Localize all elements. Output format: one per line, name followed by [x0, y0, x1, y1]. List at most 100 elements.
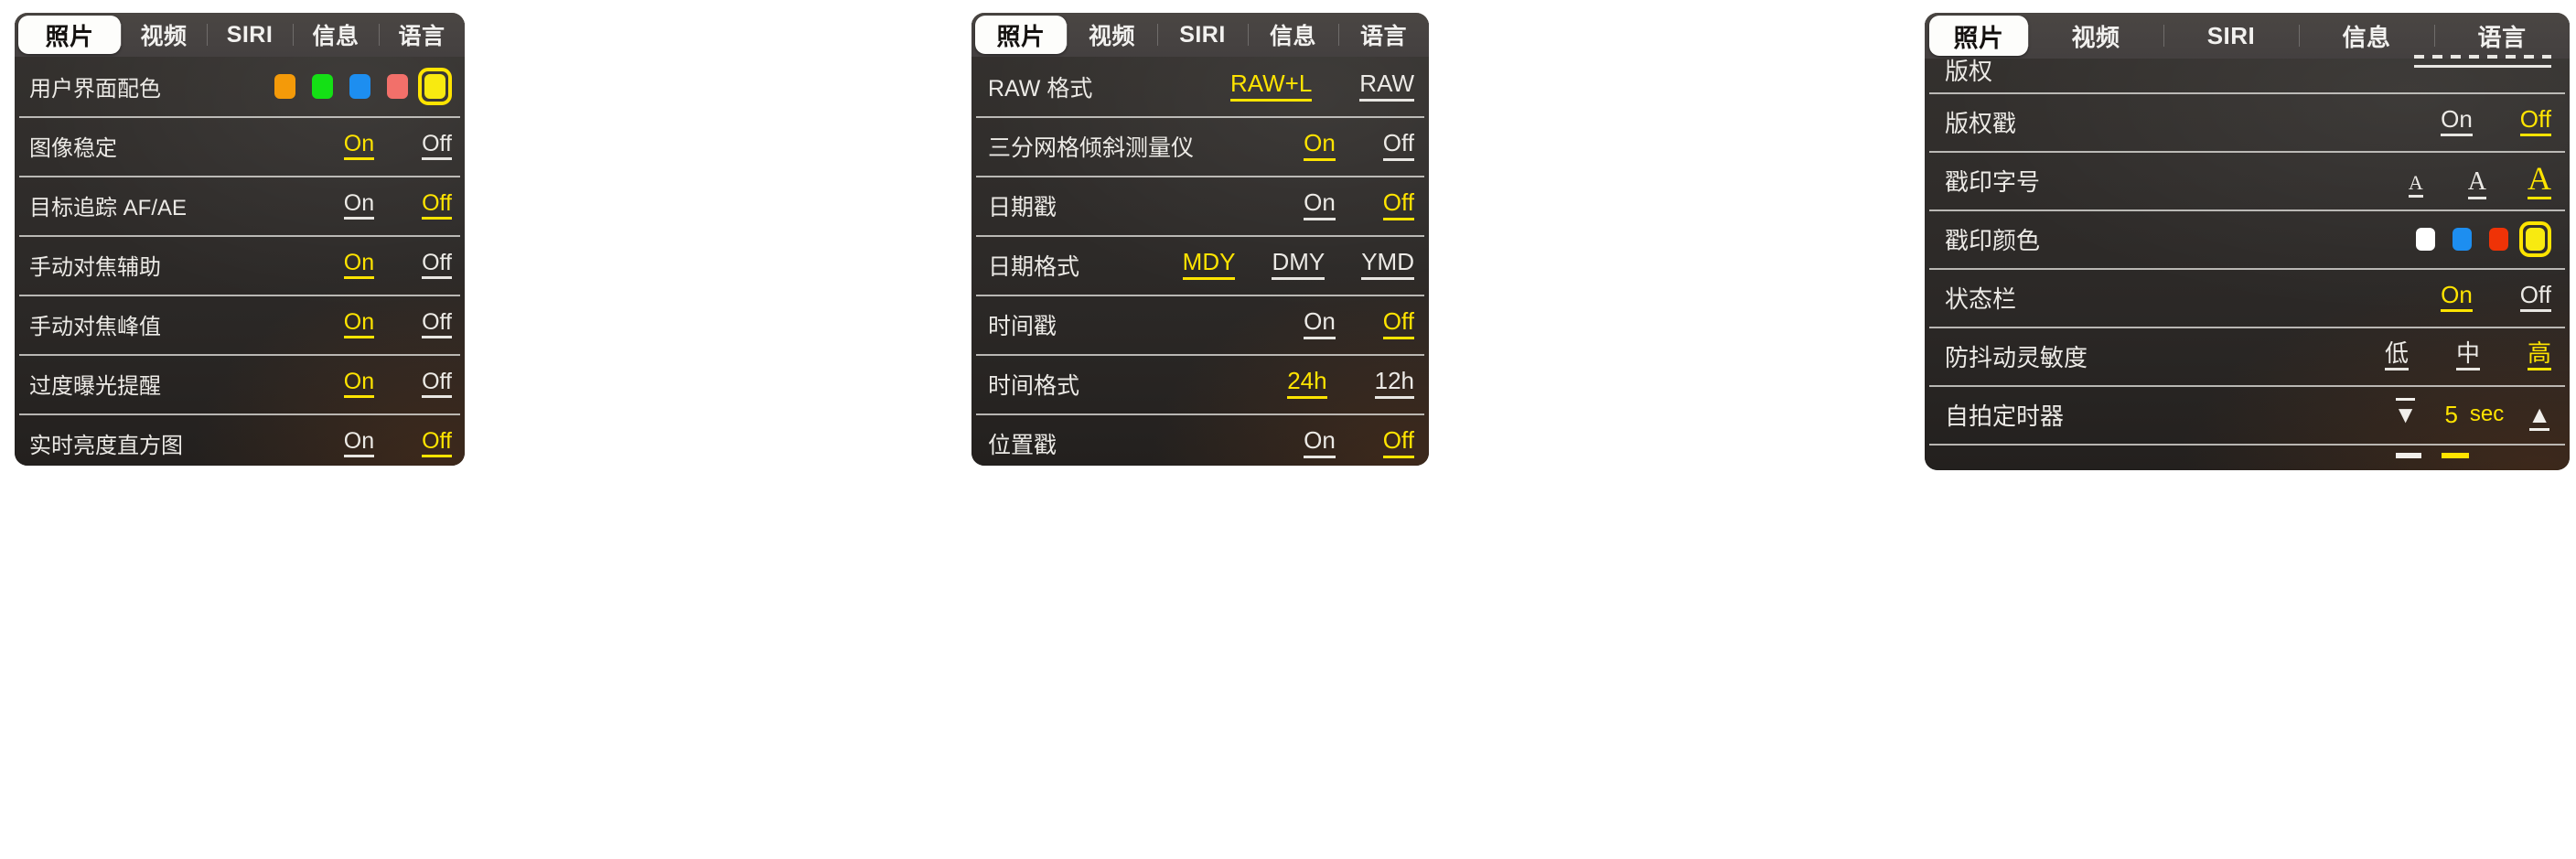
row-control: On Off — [343, 370, 452, 399]
option-off[interactable]: Off — [422, 429, 452, 458]
stamp-size-option-3[interactable]: A — [2528, 162, 2551, 199]
option-off[interactable]: Off — [1382, 131, 1414, 161]
option-off[interactable]: Off — [422, 310, 452, 339]
tab-siri[interactable]: SIRI — [207, 13, 293, 57]
option-mdy[interactable]: MDY — [1182, 250, 1236, 280]
settings-row-list: 版权 版权戳 On Off 戳印字号 A A A 戳印颜色 状态栏 On Off 防抖动灵敏度 低 中 高自拍… — [1925, 55, 2570, 460]
tab-label: SIRI — [226, 21, 274, 48]
option-on[interactable]: On — [1304, 190, 1336, 220]
tab-video[interactable]: 视频 — [2028, 13, 2163, 59]
tab-photo[interactable]: 照片 — [975, 16, 1067, 54]
row-control: ▼ 5 sec ▲ — [2394, 398, 2551, 431]
tab-bar[interactable]: 照片 视频 SIRI 信息 语言 — [1925, 13, 2570, 59]
settings-row: 自拍定时器 ▼ 5 sec ▲ — [1925, 385, 2570, 444]
tab-label: 信息 — [1269, 24, 1316, 49]
option-on[interactable]: On — [343, 132, 375, 161]
option-off[interactable]: Off — [422, 251, 452, 280]
color-swatch-yellow[interactable] — [2519, 220, 2551, 257]
swatch-fill — [424, 74, 445, 99]
row-label: 戳印颜色 — [1945, 226, 2041, 254]
settings-row: 图像稳定 On Off — [15, 116, 465, 176]
stepper-increment-icon[interactable]: ▲ — [2528, 403, 2551, 431]
row-control: On Off — [343, 132, 452, 161]
partial-row-control — [2396, 453, 2551, 460]
tab-siri[interactable]: SIRI — [2163, 13, 2299, 59]
swatch-fill — [2489, 227, 2508, 251]
option-on[interactable]: On — [2441, 106, 2473, 137]
option-高[interactable]: 高 — [2527, 340, 2551, 371]
tab-language[interactable]: 语言 — [379, 13, 465, 57]
panel-surface: 照片 视频 SIRI 信息 语言 RAW 格式 RAW+L RAW 三分网格倾斜测量仪 On Of… — [971, 13, 1429, 466]
color-swatch-red[interactable] — [2483, 221, 2515, 257]
option-12h[interactable]: 12h — [1374, 369, 1414, 399]
tab-photo[interactable]: 照片 — [1929, 16, 2028, 56]
tab-label: 照片 — [1953, 24, 2004, 52]
row-control: On Off — [343, 191, 452, 220]
option-24h[interactable]: 24h — [1287, 369, 1327, 399]
color-swatch-blue[interactable] — [343, 68, 377, 105]
row-label: 位置戳 — [988, 432, 1057, 458]
option-on[interactable]: On — [343, 370, 375, 399]
row-control: On Off — [2441, 282, 2551, 313]
option-on[interactable]: On — [2441, 282, 2473, 313]
tab-info[interactable]: 信息 — [293, 13, 379, 57]
option-off[interactable]: Off — [2519, 282, 2551, 313]
color-swatch-yellow[interactable] — [418, 68, 452, 105]
option-on[interactable]: On — [343, 251, 375, 280]
option-off[interactable]: Off — [422, 370, 452, 399]
tab-info[interactable]: 信息 — [1248, 13, 1338, 57]
tab-bar[interactable]: 照片 视频 SIRI 信息 语言 — [971, 13, 1429, 57]
option-off[interactable]: Off — [1382, 428, 1414, 458]
copyright-text-field[interactable] — [2414, 55, 2551, 68]
stepper-decrement-icon[interactable] — [2396, 453, 2421, 458]
option-on[interactable]: On — [343, 310, 375, 339]
row-control: On Off — [1304, 309, 1414, 339]
option-on[interactable]: On — [343, 191, 375, 220]
color-swatch-white[interactable] — [2410, 221, 2442, 257]
settings-row: 目标追踪 AF/AE On Off — [15, 176, 465, 235]
option-on[interactable]: On — [1304, 309, 1336, 339]
option-中[interactable]: 中 — [2455, 340, 2480, 371]
color-swatch-blue[interactable] — [2446, 221, 2478, 257]
option-ymd[interactable]: YMD — [1361, 250, 1414, 280]
option-off[interactable]: Off — [1382, 309, 1414, 339]
option-raw+l[interactable]: RAW+L — [1229, 71, 1313, 102]
option-off[interactable]: Off — [422, 191, 452, 220]
settings-row: 版权戳 On Off — [1925, 92, 2570, 151]
option-off[interactable]: Off — [2519, 106, 2551, 137]
stepper-decrement-icon[interactable]: ▼ — [2394, 398, 2417, 426]
color-swatch-green[interactable] — [306, 68, 339, 105]
color-swatch-orange[interactable] — [268, 68, 302, 105]
row-label: 时间戳 — [988, 313, 1057, 339]
tab-label: 照片 — [45, 22, 94, 50]
tab-label: 信息 — [2342, 23, 2391, 51]
row-control: On Off — [2441, 106, 2551, 137]
tab-video[interactable]: 视频 — [121, 13, 207, 57]
option-off[interactable]: Off — [422, 132, 452, 161]
option-低[interactable]: 低 — [2384, 340, 2409, 371]
color-swatch-salmon[interactable] — [381, 68, 414, 105]
option-dmy[interactable]: DMY — [1272, 250, 1326, 280]
tab-language[interactable]: 语言 — [1338, 13, 1429, 57]
tab-language[interactable]: 语言 — [2434, 13, 2570, 59]
settings-row: 位置戳 On Off — [971, 413, 1429, 466]
option-off[interactable]: Off — [1382, 190, 1414, 220]
row-label: 实时亮度直方图 — [29, 434, 183, 458]
tab-siri[interactable]: SIRI — [1157, 13, 1248, 57]
option-on[interactable]: On — [1304, 131, 1336, 161]
settings-row: RAW 格式 RAW+L RAW — [971, 57, 1429, 116]
row-label: 图像稳定 — [29, 136, 117, 161]
stamp-size-option-1[interactable]: A — [2408, 172, 2423, 198]
tab-bar[interactable]: 照片 视频 SIRI 信息 语言 — [15, 13, 465, 57]
settings-row: 时间格式 24h 12h — [971, 354, 1429, 413]
tab-video[interactable]: 视频 — [1067, 13, 1157, 57]
settings-row — [1925, 444, 2570, 460]
swatch-fill — [349, 74, 370, 99]
option-on[interactable]: On — [1304, 428, 1336, 458]
option-raw[interactable]: RAW — [1359, 71, 1414, 102]
stamp-size-option-2[interactable]: A — [2467, 168, 2486, 199]
tab-info[interactable]: 信息 — [2299, 13, 2434, 59]
option-on[interactable]: On — [343, 429, 375, 458]
row-control: On Off — [343, 251, 452, 280]
tab-photo[interactable]: 照片 — [18, 16, 121, 54]
